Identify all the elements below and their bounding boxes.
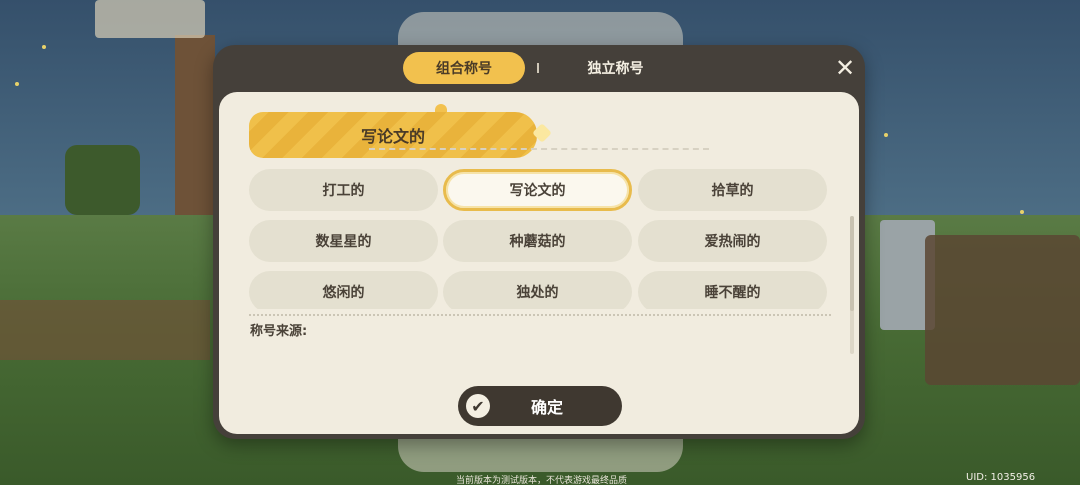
banner-underline — [369, 148, 709, 150]
tab-bar: 组合称号 独立称号 ✕ — [213, 45, 865, 91]
title-option[interactable]: 独处的 — [443, 271, 632, 309]
title-option[interactable]: 爱热闹的 — [638, 220, 827, 262]
title-option[interactable]: 悠闲的 — [249, 271, 438, 309]
confirm-button[interactable]: ✔ 确定 — [458, 386, 622, 426]
background-sparkle — [884, 133, 888, 137]
section-divider — [249, 314, 831, 316]
tab-combo-title[interactable]: 组合称号 — [403, 52, 525, 84]
background-wood-post — [175, 35, 215, 215]
background-sign — [95, 0, 205, 38]
background-sparkle — [42, 45, 46, 49]
background-bush — [65, 145, 140, 215]
player-uid: UID: 1035956 — [966, 472, 1036, 483]
selected-title-banner: 写论文的 — [249, 112, 537, 158]
title-option[interactable]: 睡不醒的 — [638, 271, 827, 309]
scrollbar-thumb[interactable] — [850, 216, 854, 311]
title-selection-dialog: 组合称号 独立称号 ✕ 写论文的 打工的 写论文的 拾草的 数星星的 种蘑菇的 … — [213, 45, 865, 439]
background-wood-deck — [0, 300, 210, 360]
title-source-label: 称号来源: — [250, 324, 308, 339]
background-sparkle — [15, 82, 19, 86]
background-board — [925, 235, 1080, 385]
title-panel: 写论文的 打工的 写论文的 拾草的 数星星的 种蘑菇的 爱热闹的 悠闲的 独处的… — [219, 92, 859, 434]
title-option[interactable]: 打工的 — [249, 169, 438, 211]
title-option[interactable]: 数星星的 — [249, 220, 438, 262]
title-option[interactable]: 拾草的 — [638, 169, 827, 211]
tab-separator — [537, 63, 539, 73]
tab-single-title[interactable]: 独立称号 — [563, 52, 668, 84]
check-icon: ✔ — [466, 394, 490, 418]
test-version-notice: 当前版本为测试版本，不代表游戏最终品质 — [456, 476, 628, 485]
selected-title-text: 写论文的 — [360, 127, 425, 146]
confirm-button-label: 确定 — [530, 398, 563, 417]
close-icon[interactable]: ✕ — [832, 55, 858, 81]
background-sparkle — [1020, 210, 1024, 214]
title-option[interactable]: 种蘑菇的 — [443, 220, 632, 262]
title-option-selected[interactable]: 写论文的 — [443, 169, 632, 211]
title-options-grid: 打工的 写论文的 拾草的 数星星的 种蘑菇的 爱热闹的 悠闲的 独处的 睡不醒的 — [249, 169, 829, 309]
